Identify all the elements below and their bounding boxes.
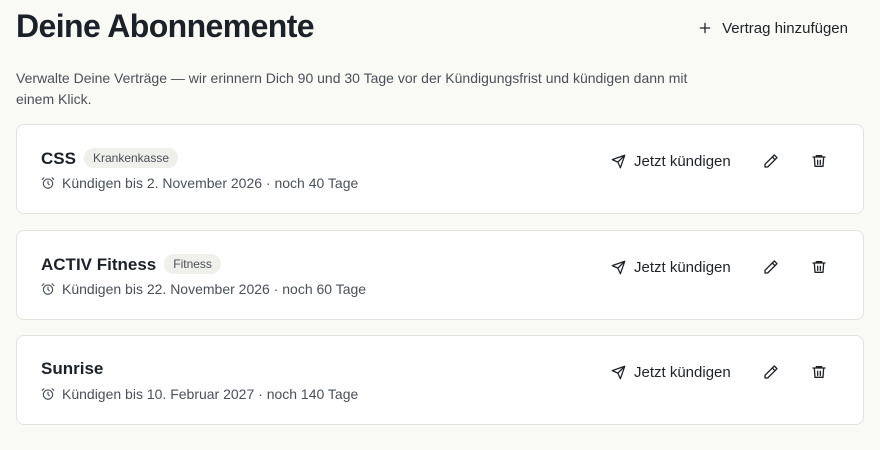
category-badge: Krankenkasse [83, 148, 179, 168]
cancel-now-button[interactable]: Jetzt kündigen [611, 257, 731, 277]
delete-button[interactable] [809, 151, 829, 171]
contract-card: ACTIV Fitness Fitness Kündigen bis 22. No… [16, 230, 864, 320]
edit-button[interactable] [761, 151, 781, 171]
pencil-icon [764, 154, 778, 168]
contract-card: CSS Krankenkasse Kündigen bis 2. November… [16, 124, 864, 214]
delete-button[interactable] [809, 257, 829, 277]
cancel-now-label: Jetzt kündigen [634, 363, 731, 381]
delete-button[interactable] [809, 362, 829, 382]
page-header: Deine Abonnemente Vertrag hinzufügen [16, 0, 864, 58]
cancel-now-label: Jetzt kündigen [634, 152, 731, 170]
contract-name: ACTIV Fitness Fitness [41, 254, 221, 275]
alarm-clock-icon [41, 283, 55, 295]
cancel-now-label: Jetzt kündigen [634, 258, 731, 276]
subscriptions-page: Deine Abonnemente Vertrag hinzufügen Ver… [0, 0, 880, 450]
alarm-clock-icon [41, 388, 55, 400]
trash-icon [812, 261, 826, 273]
deadline-info: Kündigen bis 22. November 2026 · noch 60… [41, 281, 366, 297]
cancel-now-button[interactable]: Jetzt kündigen [611, 362, 731, 382]
edit-button[interactable] [761, 257, 781, 277]
pencil-icon [764, 365, 778, 379]
contract-name: Sunrise [41, 359, 104, 378]
pencil-icon [764, 260, 778, 274]
add-contract-button[interactable]: Vertrag hinzufügen [698, 12, 848, 44]
cancel-now-button[interactable]: Jetzt kündigen [611, 151, 731, 171]
deadline-text: Kündigen bis 2. November 2026 · noch 40 … [62, 175, 359, 191]
send-icon [611, 365, 626, 379]
deadline-text: Kündigen bis 22. November 2026 · noch 60… [62, 281, 367, 297]
trash-icon [812, 155, 826, 167]
send-icon [611, 154, 626, 168]
contract-card: Sunrise Kündigen bis 10. Februar 2027 · … [16, 335, 864, 425]
trash-icon [812, 366, 826, 378]
page-title: Deine Abonnemente [16, 8, 315, 44]
alarm-clock-icon [41, 177, 55, 189]
deadline-info: Kündigen bis 10. Februar 2027 · noch 140… [41, 386, 358, 402]
add-contract-label: Vertrag hinzufügen [722, 19, 848, 37]
send-icon [611, 260, 626, 274]
plus-icon [699, 22, 711, 34]
deadline-text: Kündigen bis 10. Februar 2027 · noch 140… [62, 386, 359, 402]
contract-name: CSS Krankenkasse [41, 148, 179, 169]
edit-button[interactable] [761, 362, 781, 382]
category-badge: Fitness [164, 254, 221, 274]
deadline-info: Kündigen bis 2. November 2026 · noch 40 … [41, 175, 358, 191]
page-subtitle: Verwalte Deine Verträge — wir erinnern D… [16, 70, 688, 107]
